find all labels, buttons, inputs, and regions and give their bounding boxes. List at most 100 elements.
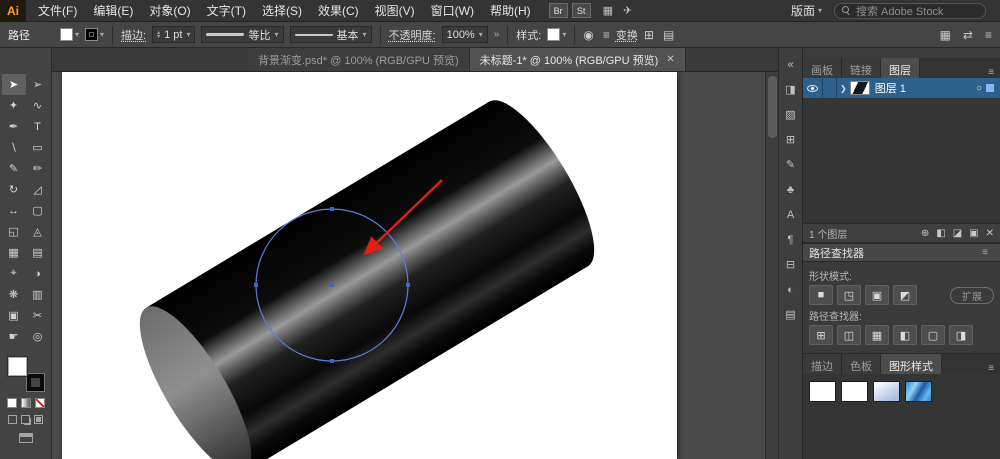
color-button[interactable] (6, 398, 17, 408)
options-icon[interactable]: ▤ (663, 28, 674, 42)
menu-select[interactable]: 选择(S) (254, 2, 310, 19)
merge-button[interactable]: ▦ (865, 325, 889, 345)
free-transform-tool[interactable]: ▢ (26, 200, 50, 221)
line-segment-tool[interactable]: ∖ (2, 137, 26, 158)
type-tool[interactable]: T (26, 116, 50, 137)
opacity-panel-link[interactable]: 不透明度: (389, 27, 436, 43)
minus-back-button[interactable]: ◨ (949, 325, 973, 345)
transform-panel-icon[interactable]: ⊟ (782, 258, 800, 273)
workspace-switcher[interactable]: 版面 ▾ (791, 2, 822, 19)
expand-chevron-icon[interactable]: ❯ (837, 84, 850, 93)
menu-effect[interactable]: 效果(C) (310, 2, 367, 19)
vertical-scrollbar[interactable] (765, 72, 778, 459)
canvas-area[interactable] (52, 72, 778, 459)
panel-menu-icon[interactable]: ≡ (982, 67, 1000, 78)
control-menu-icon[interactable]: ≡ (985, 28, 992, 42)
gradient-tool[interactable]: ▤ (26, 242, 50, 263)
gradient-button[interactable] (20, 398, 31, 408)
apps-grid-icon[interactable]: ▦ (603, 4, 613, 17)
arrange-icon[interactable]: ⇄ (963, 28, 973, 42)
layer-row[interactable]: ❯ 图层 1 ○ (803, 78, 1000, 98)
menu-file[interactable]: 文件(F) (30, 2, 85, 19)
intersect-button[interactable]: ▣ (865, 285, 889, 305)
menu-help[interactable]: 帮助(H) (482, 2, 539, 19)
pathfinder-header[interactable]: 路径查找器 ≡ (803, 244, 1000, 262)
tab-graphic-styles[interactable]: 图形样式 (881, 354, 942, 374)
clip-mask-icon[interactable]: ◧ (936, 228, 945, 239)
target-icon[interactable]: ○ (976, 83, 982, 94)
align-icon[interactable]: ≡ (603, 28, 610, 42)
style-default-white[interactable] (809, 381, 836, 402)
transform-link[interactable]: 变换 (616, 27, 638, 43)
selection-tool[interactable]: ➤ (1, 74, 26, 95)
column-graph-tool[interactable]: ▥ (26, 284, 50, 305)
tab-swatches[interactable]: 色板 (842, 354, 881, 374)
layer-thumbnail[interactable] (849, 81, 870, 95)
perspective-grid-tool[interactable]: ◬ (26, 221, 50, 242)
appearance-panel-icon[interactable]: ▤ (782, 308, 800, 323)
chevron-right-icon[interactable]: » (494, 29, 500, 40)
color-guide-panel-icon[interactable]: ▧ (782, 108, 800, 123)
color-panel-icon[interactable]: ◨ (782, 83, 800, 98)
divide-button[interactable]: ⊞ (809, 325, 833, 345)
fill-swatch[interactable] (7, 357, 27, 376)
new-sublayer-icon[interactable]: ◪ (953, 228, 962, 239)
tab-layers[interactable]: 图层 (881, 58, 920, 78)
pen-tool[interactable]: ✒ (2, 116, 26, 137)
magic-wand-tool[interactable]: ✦ (2, 95, 26, 116)
swatches-panel-icon[interactable]: ⊞ (782, 133, 800, 148)
menu-type[interactable]: 文字(T) (199, 2, 254, 19)
shape-properties-icon[interactable]: ⊞ (644, 28, 654, 42)
slice-tool[interactable]: ✂ (26, 305, 50, 326)
cylinder-shape[interactable] (120, 86, 613, 459)
trim-button[interactable]: ◫ (837, 325, 861, 345)
new-layer-icon[interactable]: ▣ (969, 228, 978, 239)
locate-object-icon[interactable]: ⊕ (921, 228, 929, 239)
app-logo-icon[interactable]: Ai (0, 0, 26, 22)
draw-normal-button[interactable] (8, 415, 17, 424)
visibility-toggle[interactable] (803, 78, 823, 98)
style-dropdown[interactable]: ▾ (547, 28, 566, 41)
style-light-gradient[interactable] (873, 381, 900, 402)
scale-tool[interactable]: ◿ (26, 179, 50, 200)
hand-tool[interactable]: ☛ (2, 326, 26, 347)
panel-menu-icon[interactable]: ≡ (976, 247, 994, 258)
stroke-width-stepper[interactable]: ▴ ▾ 1 pt ▾ (152, 26, 196, 43)
share-icon[interactable]: ✈ (623, 4, 632, 17)
brush-definition-dropdown[interactable]: 基本 ▾ (289, 26, 372, 43)
brushes-panel-icon[interactable]: ✎ (782, 158, 800, 173)
tab-close-icon[interactable]: ✕ (666, 54, 674, 65)
layer-name[interactable]: 图层 1 (875, 80, 976, 96)
tab-links[interactable]: 链接 (842, 58, 881, 78)
transparency-panel-icon[interactable]: ◐ (782, 283, 800, 298)
blend-tool[interactable]: ◑ (26, 263, 50, 284)
doc-tab-background-gradient[interactable]: 背景渐变.psd* @ 100% (RGB/GPU 预览) (248, 48, 470, 71)
selection-indicator[interactable] (986, 84, 994, 92)
direct-selection-tool[interactable]: ➢ (26, 74, 50, 95)
fill-color-dropdown[interactable]: ▾ (60, 28, 79, 41)
symbols-panel-icon[interactable]: ♣ (782, 183, 800, 198)
pencil-tool[interactable]: ✏ (26, 158, 50, 179)
rectangle-tool[interactable]: ▭ (26, 137, 50, 158)
panel-menu-icon[interactable]: ≡ (982, 363, 1000, 374)
artboard[interactable] (62, 72, 677, 459)
delete-layer-icon[interactable]: ✕ (986, 228, 994, 239)
menu-edit[interactable]: 编辑(E) (85, 2, 141, 19)
bridge-badge[interactable]: Br (548, 3, 568, 18)
character-panel-icon[interactable]: A (782, 208, 800, 223)
doc-tab-untitled-1[interactable]: 未标题-1* @ 100% (RGB/GPU 预览) ✕ (469, 48, 686, 71)
spinner-icon[interactable]: ▴ ▾ (157, 30, 160, 40)
stock-badge[interactable]: St (571, 3, 591, 18)
stroke-color-dropdown[interactable]: ▾ (85, 28, 104, 41)
draw-behind-button[interactable] (21, 415, 30, 424)
workspace-grid-icon[interactable]: ▦ (940, 28, 951, 42)
artboard-tool[interactable]: ▣ (2, 305, 26, 326)
symbol-sprayer-tool[interactable]: ❋ (2, 284, 26, 305)
zoom-tool[interactable]: ◎ (26, 326, 50, 347)
tab-artboards[interactable]: 画板 (803, 58, 842, 78)
screen-mode-button[interactable] (18, 433, 33, 443)
lasso-tool[interactable]: ∿ (26, 95, 50, 116)
none-button[interactable] (34, 398, 45, 408)
exclude-button[interactable]: ◩ (893, 285, 917, 305)
draw-inside-button[interactable] (34, 415, 43, 424)
